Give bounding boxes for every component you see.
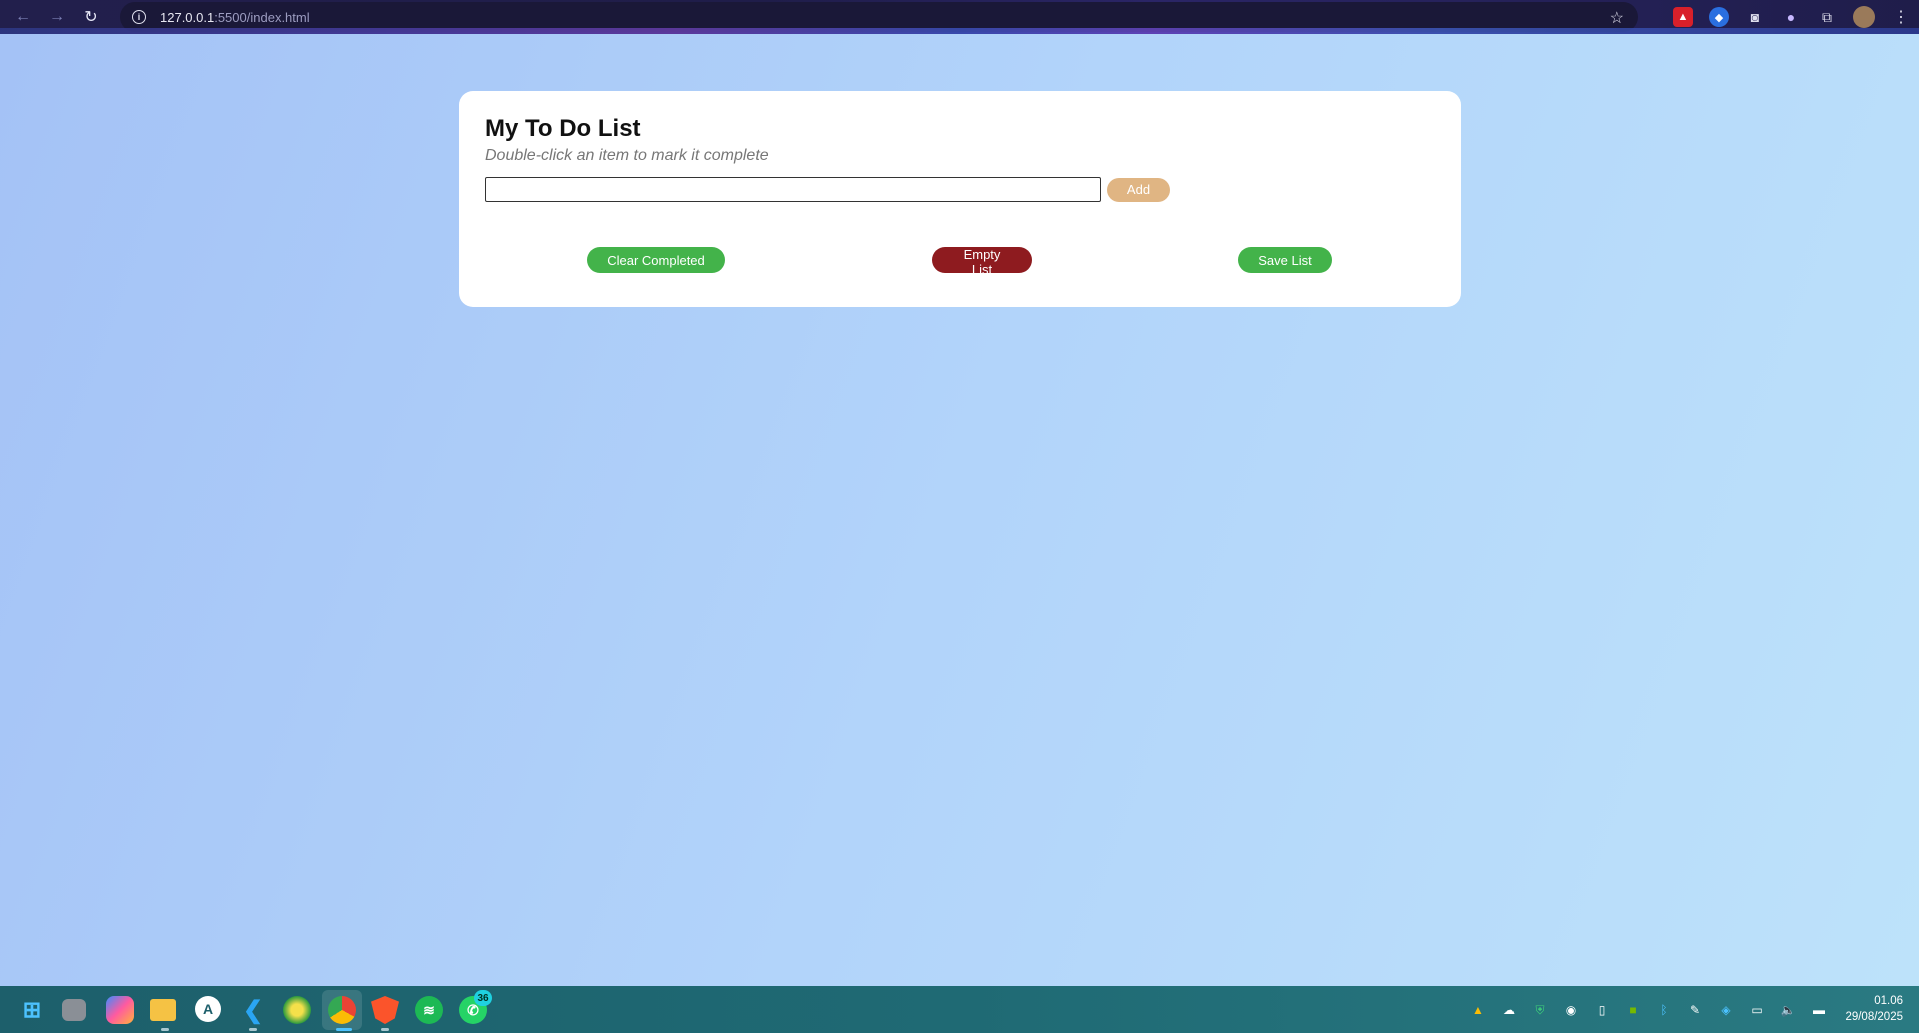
steam-icon[interactable]: ◉ [1562,1001,1580,1019]
vscode-icon[interactable]: ❮ [239,996,267,1024]
clock-date: 29/08/2025 [1845,1011,1903,1023]
todo-card: My To Do List Double-click an item to ma… [459,91,1461,307]
url-host: 127.0.0.1 [160,9,215,25]
google-drive-icon[interactable]: ▲ [1469,1001,1487,1019]
app-store-icon[interactable]: A [195,996,221,1022]
arrow-right-icon: → [49,8,65,25]
address-bar[interactable]: i 127.0.0.1:5500/index.html ☆ [120,2,1638,32]
taskbar: ⊞ A ❮ ≋ ✆ 36 ▲ ☁ ⛨ ◉ ▯ ■ ᛒ ✎ ◈ ▭ 🔈 ▬ 01.… [0,986,1919,1033]
extension-blue-icon[interactable]: ◆ [1709,7,1729,27]
reload-icon: ↻ [84,9,98,26]
browser-toolbar: ← → ↻ i 127.0.0.1:5500/index.html ☆ ▲ ◆ … [0,0,1919,34]
star-icon[interactable]: ☆ [1610,8,1624,28]
running-indicator [381,1028,389,1031]
volume-icon[interactable]: 🔈 [1779,1001,1797,1019]
usb-icon[interactable]: ▯ [1593,1001,1611,1019]
spotify-icon[interactable]: ≋ [415,996,443,1024]
whatsapp-badge: 36 [474,990,492,1006]
clear-completed-button[interactable]: Clear Completed [587,247,725,273]
clock-time: 01.06 [1874,995,1903,1007]
save-list-button[interactable]: Save List [1238,247,1332,273]
clock[interactable]: 01.06 29/08/2025 [1845,993,1903,1025]
active-indicator [336,1028,352,1031]
arrow-left-icon: ← [15,8,31,25]
site-info-icon[interactable]: i [132,10,146,24]
extension-red-icon[interactable]: ▲ [1673,7,1693,27]
task-input[interactable] [485,177,1101,202]
page-background: My To Do List Double-click an item to ma… [0,34,1919,986]
shield-icon[interactable]: ⛨ [1531,1001,1549,1019]
copilot-icon[interactable] [106,996,134,1024]
add-button[interactable]: Add [1107,177,1170,202]
system-tray: ▲ ☁ ⛨ ◉ ▯ ■ ᛒ ✎ ◈ ▭ 🔈 ▬ [1469,1000,1841,1020]
start-icon[interactable]: ⊞ [18,996,46,1024]
app-tray-icon[interactable]: ✎ [1686,1001,1704,1019]
chrome-icon[interactable] [328,996,356,1024]
network-icon[interactable]: ▭ [1748,1001,1766,1019]
nvidia-icon[interactable]: ■ [1624,1001,1642,1019]
security-icon[interactable]: ◈ [1717,1001,1735,1019]
back-button[interactable]: ← [12,6,34,28]
extension-purple-icon[interactable]: ● [1781,7,1801,27]
reload-button[interactable]: ↻ [80,6,102,28]
page-subtitle: Double-click an item to mark it complete [485,147,769,164]
entry-row: Add [485,177,1435,202]
camera-icon[interactable]: ◙ [1745,7,1765,27]
url-path: :5500/index.html [214,9,310,25]
extension-bar: ▲ ◆ ◙ ● ⧉ ⋮ [1673,0,1919,34]
puzzle-icon[interactable]: ⧉ [1817,7,1837,27]
action-row: Clear Completed Empty List Save List [459,247,1461,277]
menu-dots-icon[interactable]: ⋮ [1891,7,1911,27]
page-title: My To Do List [485,115,641,142]
forward-button[interactable]: → [46,6,68,28]
task-view-icon[interactable] [62,999,86,1021]
battery-icon[interactable]: ▬ [1810,1001,1828,1019]
empty-list-button[interactable]: Empty List [932,247,1032,277]
onedrive-icon[interactable]: ☁ [1500,1001,1518,1019]
bluetooth-icon[interactable]: ᛒ [1655,1001,1673,1019]
app-green-icon[interactable] [283,996,311,1024]
profile-avatar-icon[interactable] [1853,6,1875,28]
brave-icon[interactable] [371,996,399,1024]
running-indicator [249,1028,257,1031]
running-indicator [161,1028,169,1031]
url-text[interactable]: 127.0.0.1:5500/index.html [160,10,310,25]
file-explorer-icon[interactable] [150,999,176,1021]
